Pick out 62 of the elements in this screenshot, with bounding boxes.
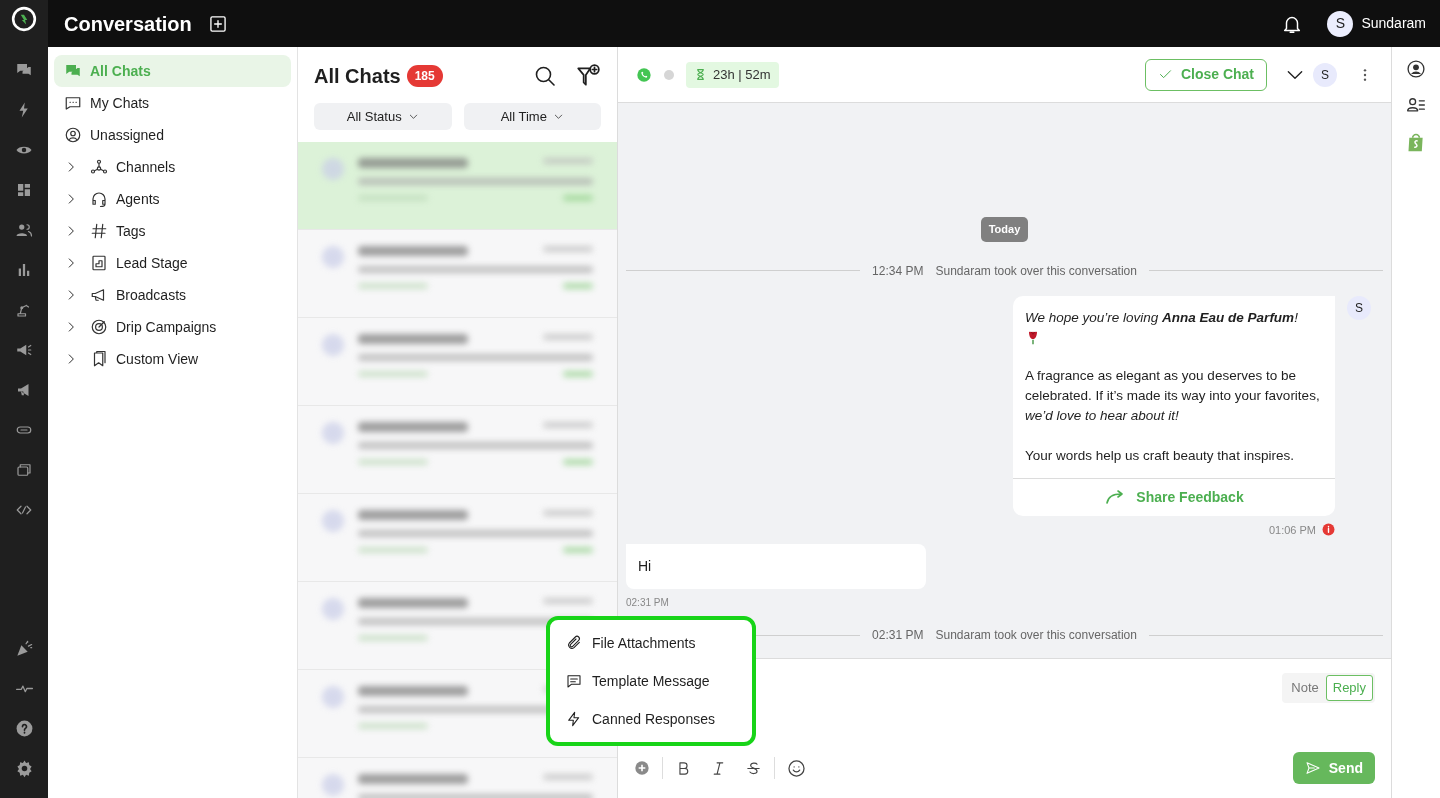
paperclip-icon (566, 635, 582, 651)
message-bubble: Hi (626, 544, 926, 589)
party-popper-icon[interactable] (14, 638, 34, 658)
message-text: Your words help us craft beauty that inspires. (1025, 446, 1295, 465)
hashtag-icon (90, 222, 108, 240)
event-time: 12:34 PM (872, 262, 924, 280)
dashboard-icon[interactable] (15, 181, 33, 199)
date-chip: Today (980, 217, 1029, 242)
timer-badge: 23h | 52m (686, 61, 779, 88)
menu-item[interactable]: File Attachments (550, 624, 752, 662)
sidebar-item[interactable]: Custom View (54, 343, 291, 375)
headset-icon (90, 190, 108, 208)
menu-item[interactable]: Canned Responses (550, 700, 752, 738)
count-badge: 185 (406, 65, 443, 87)
target-icon (90, 318, 108, 336)
filter-dropdown[interactable]: All Time (463, 103, 601, 130)
sidebar-item[interactable]: Lead Stage (54, 247, 291, 279)
message-time: 02:31 PM (626, 596, 669, 610)
event-text: Sundaram took over this conversation (935, 262, 1137, 280)
sidebar-item[interactable]: Drip Campaigns (54, 311, 291, 343)
help-icon[interactable] (14, 718, 34, 738)
user-avatar[interactable]: S (1327, 10, 1354, 37)
hourglass-icon (694, 68, 707, 81)
chevron-down-icon (407, 111, 419, 122)
filter-dropdown[interactable]: All Status (314, 103, 452, 130)
board-icon (90, 254, 108, 272)
list-title: All Chats (314, 64, 401, 89)
message-text: We hope you’re loving Anna Eau de Parfum! (1025, 308, 1299, 327)
people-icon[interactable] (15, 221, 33, 239)
sidebar-item[interactable]: My Chats (54, 87, 291, 119)
whatsapp-icon (636, 66, 652, 83)
logo-icon (11, 6, 37, 32)
sidebar-item[interactable]: Agents (54, 183, 291, 215)
chat-dots-icon (64, 94, 82, 112)
emoji-icon[interactable] (787, 758, 806, 778)
event-time: 02:31 PM (872, 627, 924, 644)
message-time: 01:06 PM (1268, 522, 1316, 538)
strikethrough-icon[interactable] (745, 759, 762, 777)
chevron-down-icon (552, 111, 564, 122)
user-name[interactable]: Sundaram (1361, 13, 1426, 34)
sender-avatar: S (1347, 295, 1371, 320)
network-icon (90, 158, 108, 176)
search-icon[interactable] (533, 64, 557, 88)
page-title: Conversation (64, 11, 192, 37)
agent-avatar[interactable]: S (1313, 62, 1337, 87)
sidebar-item[interactable]: Broadcasts (54, 279, 291, 311)
user-circle-icon (64, 126, 82, 144)
add-icon[interactable] (207, 13, 228, 34)
sidebar-item[interactable]: Tags (54, 215, 291, 247)
window-stack-icon[interactable] (15, 461, 33, 479)
add-circle-icon[interactable] (634, 760, 650, 776)
user-circle-icon[interactable] (1406, 59, 1426, 79)
sidebar-item[interactable]: Unassigned (54, 119, 291, 151)
lightning-icon (566, 711, 582, 727)
event-text: Sundaram took over this conversation (935, 627, 1137, 644)
menu-item[interactable]: Template Message (550, 662, 752, 700)
settings-icon[interactable] (14, 758, 34, 778)
message-text: A fragrance as elegant as you deserves to be celebrated. If it’s made its way into your favorites, we’d love to hear about it! (1025, 366, 1321, 425)
mode-tab[interactable]: Note (1284, 675, 1326, 701)
contact-list-icon[interactable] (1406, 95, 1426, 115)
sidebar-item[interactable]: Channels (54, 151, 291, 183)
send-icon (1304, 760, 1321, 776)
